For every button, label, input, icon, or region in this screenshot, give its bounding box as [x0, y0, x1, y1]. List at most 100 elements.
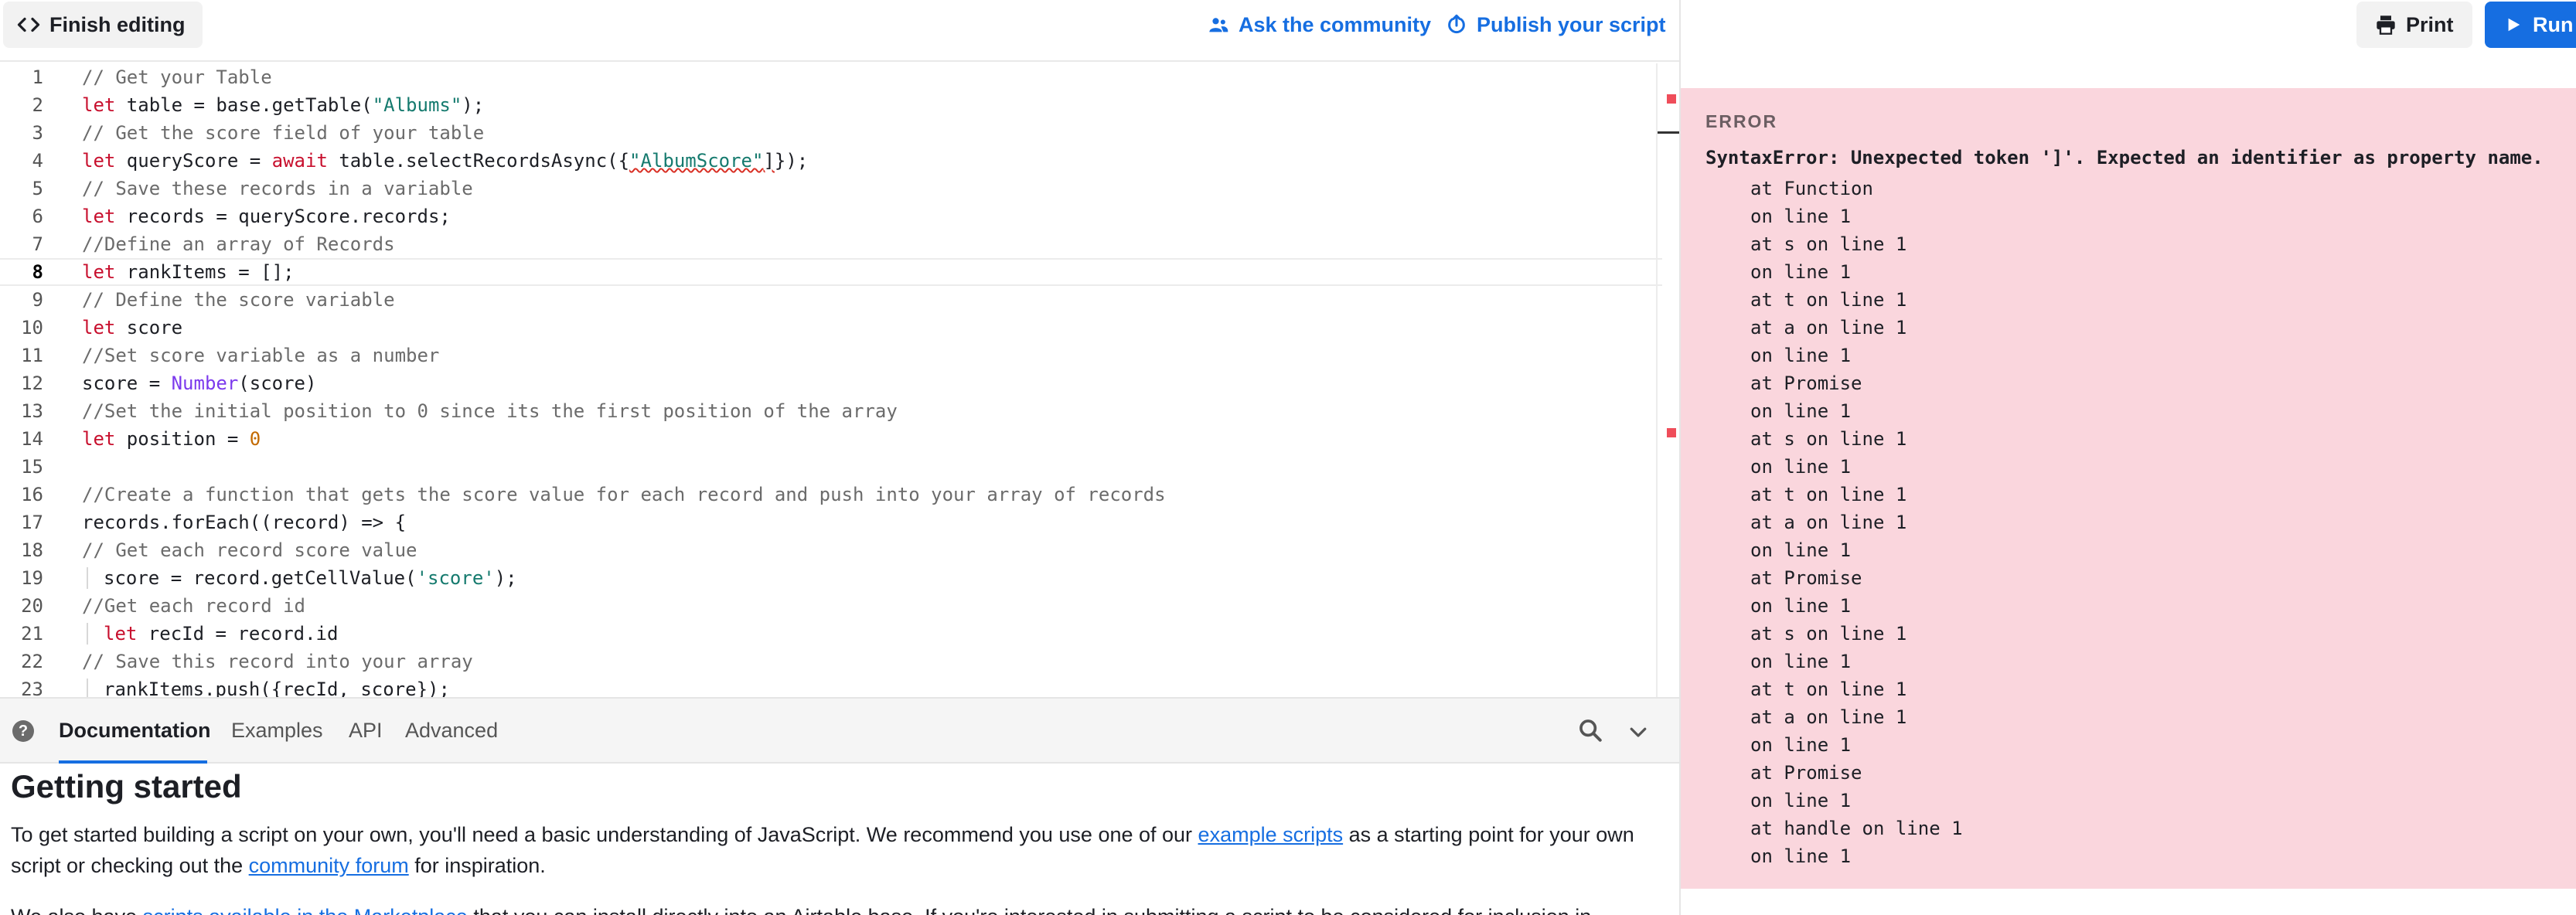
- stack-trace-line: on line 1: [1750, 345, 1852, 366]
- error-output: ERROR SyntaxError: Unexpected token ']'.…: [1681, 88, 2576, 889]
- search-icon[interactable]: [1577, 717, 1603, 743]
- code-text: // Get your Table: [82, 66, 272, 88]
- code-line[interactable]: 11 //Set score variable as a number: [0, 342, 1662, 369]
- code-line[interactable]: 3 // Get the score field of your table: [0, 119, 1662, 147]
- code-icon: [17, 17, 40, 32]
- line-number: 4: [32, 150, 43, 172]
- documentation-tabs: ? Documentation Examples API Advanced: [0, 697, 1679, 764]
- code-text: records.forEach((record) => {: [82, 512, 407, 533]
- code-line[interactable]: 15: [0, 453, 1662, 481]
- stack-trace-line: on line 1: [1750, 261, 1852, 283]
- code-line[interactable]: 9 // Define the score variable: [0, 286, 1662, 314]
- code-text: // Save these records in a variable: [82, 178, 473, 199]
- stack-trace-line: on line 1: [1750, 539, 1852, 561]
- line-number: 1: [32, 66, 43, 88]
- run-label: Run: [2533, 12, 2574, 36]
- code-line[interactable]: 7 //Define an array of Records: [0, 230, 1662, 258]
- code-line-error[interactable]: 4 let queryScore = await table.selectReco…: [0, 147, 1662, 175]
- stack-trace-line: on line 1: [1750, 790, 1852, 811]
- tab-examples[interactable]: Examples: [231, 719, 323, 743]
- line-number: 10: [21, 317, 43, 338]
- code-text: //Define an array of Records: [82, 233, 395, 255]
- code-line[interactable]: 17 records.forEach((record) => {: [0, 509, 1662, 536]
- stack-trace-line: on line 1: [1750, 206, 1852, 227]
- code-line[interactable]: 20 //Get each record id: [0, 592, 1662, 620]
- code-line[interactable]: 2 let table = base.getTable("Albums");: [0, 91, 1662, 119]
- line-number: 22: [21, 651, 43, 672]
- code-text: let table = base.getTable("Albums");: [82, 94, 485, 116]
- documentation-panel: ? Documentation Examples API Advanced Ge…: [0, 697, 1679, 915]
- code-indent: let recId = record.id: [87, 623, 339, 645]
- chevron-down-icon[interactable]: [1627, 720, 1650, 743]
- tab-advanced[interactable]: Advanced: [405, 719, 498, 743]
- code-text: let records = queryScore.records;: [82, 206, 451, 227]
- code-text: // Define the score variable: [82, 289, 395, 311]
- code-indent: rankItems.push({recId, score});: [87, 679, 450, 697]
- code-text-indented: score = record.getCellValue('score');: [43, 567, 517, 589]
- code-text: // Save this record into your array: [82, 651, 473, 672]
- finish-editing-button[interactable]: Finish editing: [3, 2, 203, 48]
- line-number: 15: [21, 456, 43, 478]
- print-button[interactable]: Print: [2356, 2, 2472, 48]
- play-icon: [2508, 18, 2520, 32]
- print-label: Print: [2406, 12, 2454, 36]
- code-line[interactable]: 19 score = record.getCellValue('score');: [0, 564, 1662, 592]
- ask-community-link[interactable]: Ask the community: [1208, 8, 1431, 42]
- code-line[interactable]: 22 // Save this record into your array: [0, 648, 1662, 675]
- community-forum-link[interactable]: community forum: [249, 854, 409, 877]
- code-line[interactable]: 1 // Get your Table: [0, 63, 1662, 91]
- code-line[interactable]: 12 score = Number(score): [0, 369, 1662, 397]
- line-number: 13: [21, 400, 43, 422]
- stack-trace-line: on line 1: [1750, 400, 1852, 422]
- line-number: 20: [21, 595, 43, 617]
- publish-script-link[interactable]: Publish your script: [1446, 8, 1666, 42]
- line-number: 16: [21, 484, 43, 505]
- code-line[interactable]: 6 let records = queryScore.records;: [0, 202, 1662, 230]
- documentation-title: Getting started: [11, 768, 242, 804]
- code-indent: score = record.getCellValue('score');: [87, 567, 517, 589]
- code-line-active[interactable]: 8 let rankItems = [];: [0, 258, 1662, 286]
- error-marker[interactable]: [1667, 94, 1676, 104]
- code-text: let rankItems = [];: [82, 261, 295, 283]
- code-line[interactable]: 16 //Create a function that gets the scor…: [0, 481, 1662, 509]
- help-icon[interactable]: ?: [12, 720, 34, 742]
- code-text: let score: [82, 317, 183, 338]
- example-scripts-link[interactable]: example scripts: [1198, 823, 1344, 846]
- documentation-paragraph: We also have scripts available in the Ma…: [11, 901, 1642, 915]
- line-number: 7: [32, 233, 43, 255]
- error-marker[interactable]: [1667, 428, 1676, 437]
- stack-trace-line: at s on line 1: [1750, 428, 1907, 450]
- people-icon: [1209, 18, 1228, 32]
- code-line[interactable]: 10 let score: [0, 314, 1662, 342]
- line-number: 2: [32, 94, 43, 116]
- code-text: // Get the score field of your table: [82, 122, 485, 144]
- line-number: 11: [21, 345, 43, 366]
- code-text-indented: let recId = record.id: [43, 623, 339, 645]
- error-stack-trace: at Function on line 1 at s on line 1 on lin…: [1750, 175, 1963, 870]
- code-line[interactable]: 23 rankItems.push({recId, score});: [0, 675, 1662, 697]
- code-line[interactable]: 18 // Get each record score value: [0, 536, 1662, 564]
- code-text: //Create a function that gets the score …: [82, 484, 1166, 505]
- code-line[interactable]: 5 // Save these records in a variable: [0, 175, 1662, 202]
- editor-scrollbar[interactable]: [1656, 63, 1676, 697]
- publish-icon: [1448, 14, 1465, 34]
- stack-trace-line: at t on line 1: [1750, 289, 1907, 311]
- code-editor[interactable]: 1 // Get your Table 2 let table = base.get…: [0, 63, 1679, 697]
- code-line[interactable]: 21 let recId = record.id: [0, 620, 1662, 648]
- stack-trace-line: at Promise: [1750, 567, 1862, 589]
- stack-trace-line: at s on line 1: [1750, 233, 1907, 255]
- stack-trace-line: at Function: [1750, 178, 1873, 199]
- tab-documentation[interactable]: Documentation: [59, 719, 211, 743]
- line-number: 14: [21, 428, 43, 450]
- marketplace-scripts-link[interactable]: scripts available in the Marketplace: [143, 905, 468, 915]
- stack-trace-line: at t on line 1: [1750, 679, 1907, 700]
- line-number: 12: [21, 372, 43, 394]
- run-button[interactable]: Run: [2485, 2, 2576, 48]
- ask-community-label: Ask the community: [1239, 12, 1432, 36]
- documentation-paragraph: To get started building a script on your…: [11, 819, 1642, 881]
- code-line[interactable]: 14 let position = 0: [0, 425, 1662, 453]
- line-number: 23: [21, 679, 43, 697]
- code-line[interactable]: 13 //Set the initial position to 0 since …: [0, 397, 1662, 425]
- stack-trace-line: on line 1: [1750, 651, 1852, 672]
- tab-api[interactable]: API: [349, 719, 383, 743]
